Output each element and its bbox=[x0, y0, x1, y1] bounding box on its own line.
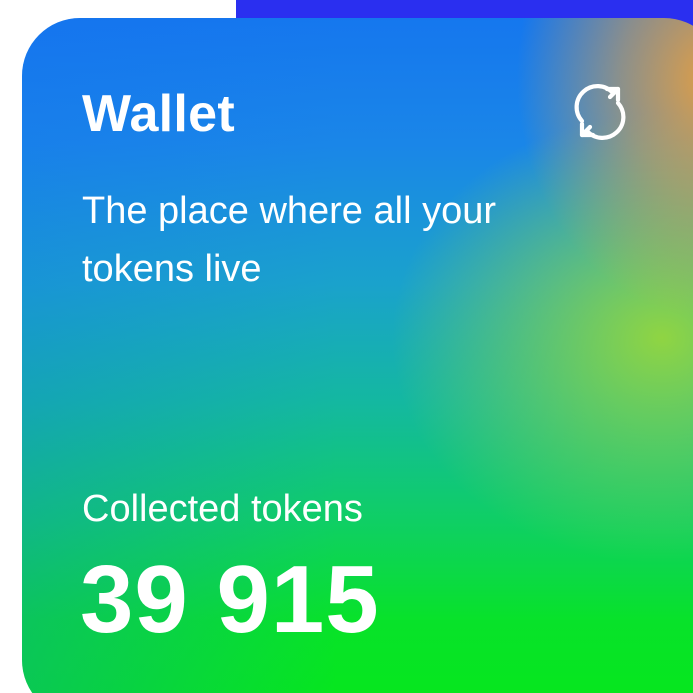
collected-tokens-value: 39 915 bbox=[80, 546, 380, 653]
collected-tokens-label: Collected tokens bbox=[82, 488, 363, 530]
card-title: Wallet bbox=[82, 85, 236, 143]
refresh-button[interactable] bbox=[566, 78, 634, 146]
screen: Wallet The place where all your tokens l… bbox=[0, 0, 693, 693]
refresh-icon bbox=[574, 84, 626, 140]
card-subtitle: The place where all your tokens live bbox=[82, 190, 496, 290]
wallet-card[interactable]: Wallet The place where all your tokens l… bbox=[22, 18, 693, 693]
